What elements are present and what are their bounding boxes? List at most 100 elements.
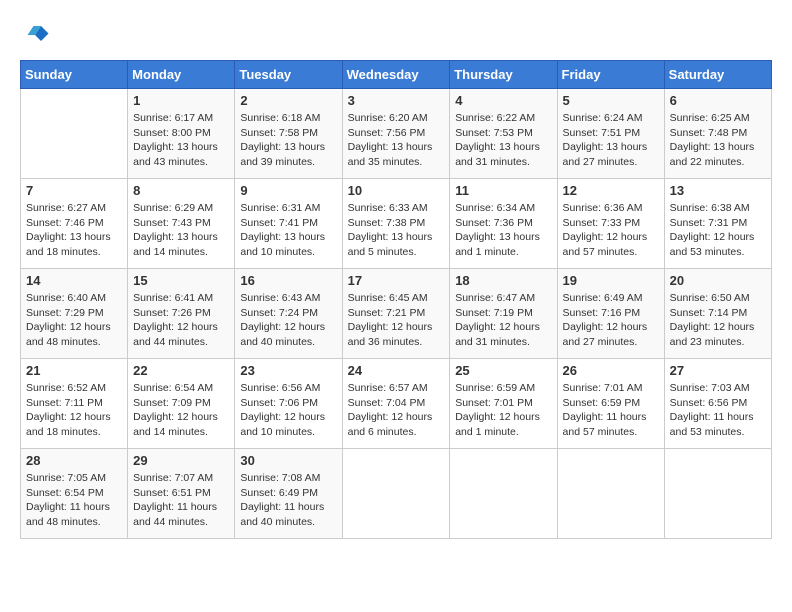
day-info: Sunrise: 6:56 AM Sunset: 7:06 PM Dayligh… [240,381,336,440]
day-info: Sunrise: 6:29 AM Sunset: 7:43 PM Dayligh… [133,201,229,260]
day-number: 10 [348,183,445,198]
calendar-day-cell: 22Sunrise: 6:54 AM Sunset: 7:09 PM Dayli… [128,359,235,449]
day-info: Sunrise: 6:50 AM Sunset: 7:14 PM Dayligh… [670,291,766,350]
day-number: 12 [563,183,659,198]
day-info: Sunrise: 6:59 AM Sunset: 7:01 PM Dayligh… [455,381,551,440]
calendar-day-cell: 10Sunrise: 6:33 AM Sunset: 7:38 PM Dayli… [342,179,450,269]
weekday-header-saturday: Saturday [664,61,771,89]
calendar-day-cell: 4 Sunrise: 6:22 AM Sunset: 7:53 PM Daylig… [450,89,557,179]
calendar-week-row: 28 Sunrise: 7:05 AM Sunset: 6:54 PM Dayli… [21,449,772,539]
weekday-header-friday: Friday [557,61,664,89]
day-number: 23 [240,363,336,378]
calendar-day-cell: 23 Sunrise: 6:56 AM Sunset: 7:06 PM Dayli… [235,359,342,449]
day-info: Sunrise: 6:22 AM Sunset: 7:53 PM Dayligh… [455,111,551,170]
day-info: Sunrise: 6:18 AM Sunset: 7:58 PM Dayligh… [240,111,336,170]
calendar-day-cell: 21Sunrise: 6:52 AM Sunset: 7:11 PM Dayli… [21,359,128,449]
calendar-day-cell: 16 Sunrise: 6:43 AM Sunset: 7:24 PM Dayli… [235,269,342,359]
calendar-day-cell: 13 Sunrise: 6:38 AM Sunset: 7:31 PM Dayli… [664,179,771,269]
day-number: 5 [563,93,659,108]
calendar-day-cell: 20 Sunrise: 6:50 AM Sunset: 7:14 PM Dayli… [664,269,771,359]
day-info: Sunrise: 6:36 AM Sunset: 7:33 PM Dayligh… [563,201,659,260]
day-number: 25 [455,363,551,378]
weekday-header-sunday: Sunday [21,61,128,89]
page-header [20,20,772,50]
day-info: Sunrise: 6:52 AM Sunset: 7:11 PM Dayligh… [26,381,122,440]
day-number: 3 [348,93,445,108]
calendar-day-cell: 12 Sunrise: 6:36 AM Sunset: 7:33 PM Dayli… [557,179,664,269]
day-number: 1 [133,93,229,108]
day-number: 14 [26,273,122,288]
day-info: Sunrise: 6:45 AM Sunset: 7:21 PM Dayligh… [348,291,445,350]
day-info: Sunrise: 6:49 AM Sunset: 7:16 PM Dayligh… [563,291,659,350]
calendar-day-cell: 8 Sunrise: 6:29 AM Sunset: 7:43 PM Daylig… [128,179,235,269]
day-info: Sunrise: 6:20 AM Sunset: 7:56 PM Dayligh… [348,111,445,170]
day-number: 18 [455,273,551,288]
calendar-day-cell: 30 Sunrise: 7:08 AM Sunset: 6:49 PM Dayli… [235,449,342,539]
day-info: Sunrise: 6:24 AM Sunset: 7:51 PM Dayligh… [563,111,659,170]
calendar-day-cell: 2 Sunrise: 6:18 AM Sunset: 7:58 PM Daylig… [235,89,342,179]
calendar-week-row: 14 Sunrise: 6:40 AM Sunset: 7:29 PM Dayli… [21,269,772,359]
day-number: 20 [670,273,766,288]
calendar-day-cell: 1 Sunrise: 6:17 AM Sunset: 8:00 PM Daylig… [128,89,235,179]
weekday-header-row: SundayMondayTuesdayWednesdayThursdayFrid… [21,61,772,89]
calendar-week-row: 7 Sunrise: 6:27 AM Sunset: 7:46 PM Daylig… [21,179,772,269]
weekday-header-thursday: Thursday [450,61,557,89]
calendar-day-cell: 29 Sunrise: 7:07 AM Sunset: 6:51 PM Dayli… [128,449,235,539]
day-number: 6 [670,93,766,108]
day-number: 16 [240,273,336,288]
calendar-day-cell: 3 Sunrise: 6:20 AM Sunset: 7:56 PM Daylig… [342,89,450,179]
day-number: 26 [563,363,659,378]
day-info: Sunrise: 6:17 AM Sunset: 8:00 PM Dayligh… [133,111,229,170]
empty-cell [450,449,557,539]
calendar-table: SundayMondayTuesdayWednesdayThursdayFrid… [20,60,772,539]
day-number: 8 [133,183,229,198]
day-number: 11 [455,183,551,198]
day-number: 28 [26,453,122,468]
day-number: 2 [240,93,336,108]
day-info: Sunrise: 7:07 AM Sunset: 6:51 PM Dayligh… [133,471,229,530]
day-number: 13 [670,183,766,198]
weekday-header-tuesday: Tuesday [235,61,342,89]
day-info: Sunrise: 6:41 AM Sunset: 7:26 PM Dayligh… [133,291,229,350]
day-info: Sunrise: 6:57 AM Sunset: 7:04 PM Dayligh… [348,381,445,440]
day-info: Sunrise: 6:38 AM Sunset: 7:31 PM Dayligh… [670,201,766,260]
day-info: Sunrise: 7:03 AM Sunset: 6:56 PM Dayligh… [670,381,766,440]
calendar-day-cell: 11 Sunrise: 6:34 AM Sunset: 7:36 PM Dayli… [450,179,557,269]
day-info: Sunrise: 6:54 AM Sunset: 7:09 PM Dayligh… [133,381,229,440]
day-number: 29 [133,453,229,468]
empty-cell [664,449,771,539]
day-number: 24 [348,363,445,378]
day-info: Sunrise: 6:31 AM Sunset: 7:41 PM Dayligh… [240,201,336,260]
day-info: Sunrise: 6:43 AM Sunset: 7:24 PM Dayligh… [240,291,336,350]
day-info: Sunrise: 6:27 AM Sunset: 7:46 PM Dayligh… [26,201,122,260]
day-info: Sunrise: 6:40 AM Sunset: 7:29 PM Dayligh… [26,291,122,350]
day-number: 17 [348,273,445,288]
logo [20,20,54,50]
day-number: 9 [240,183,336,198]
day-info: Sunrise: 6:25 AM Sunset: 7:48 PM Dayligh… [670,111,766,170]
calendar-week-row: 1 Sunrise: 6:17 AM Sunset: 8:00 PM Daylig… [21,89,772,179]
empty-cell [21,89,128,179]
day-number: 15 [133,273,229,288]
calendar-day-cell: 28 Sunrise: 7:05 AM Sunset: 6:54 PM Dayli… [21,449,128,539]
day-number: 7 [26,183,122,198]
logo-icon [20,20,50,50]
day-info: Sunrise: 6:34 AM Sunset: 7:36 PM Dayligh… [455,201,551,260]
calendar-day-cell: 9 Sunrise: 6:31 AM Sunset: 7:41 PM Daylig… [235,179,342,269]
calendar-day-cell: 19Sunrise: 6:49 AM Sunset: 7:16 PM Dayli… [557,269,664,359]
day-info: Sunrise: 7:08 AM Sunset: 6:49 PM Dayligh… [240,471,336,530]
weekday-header-monday: Monday [128,61,235,89]
day-info: Sunrise: 7:05 AM Sunset: 6:54 PM Dayligh… [26,471,122,530]
calendar-day-cell: 6 Sunrise: 6:25 AM Sunset: 7:48 PM Daylig… [664,89,771,179]
calendar-day-cell: 25 Sunrise: 6:59 AM Sunset: 7:01 PM Dayli… [450,359,557,449]
day-number: 30 [240,453,336,468]
weekday-header-wednesday: Wednesday [342,61,450,89]
calendar-day-cell: 15 Sunrise: 6:41 AM Sunset: 7:26 PM Dayli… [128,269,235,359]
calendar-day-cell: 14 Sunrise: 6:40 AM Sunset: 7:29 PM Dayli… [21,269,128,359]
calendar-day-cell: 26Sunrise: 7:01 AM Sunset: 6:59 PM Dayli… [557,359,664,449]
empty-cell [342,449,450,539]
empty-cell [557,449,664,539]
calendar-day-cell: 7 Sunrise: 6:27 AM Sunset: 7:46 PM Daylig… [21,179,128,269]
day-number: 4 [455,93,551,108]
day-info: Sunrise: 6:47 AM Sunset: 7:19 PM Dayligh… [455,291,551,350]
